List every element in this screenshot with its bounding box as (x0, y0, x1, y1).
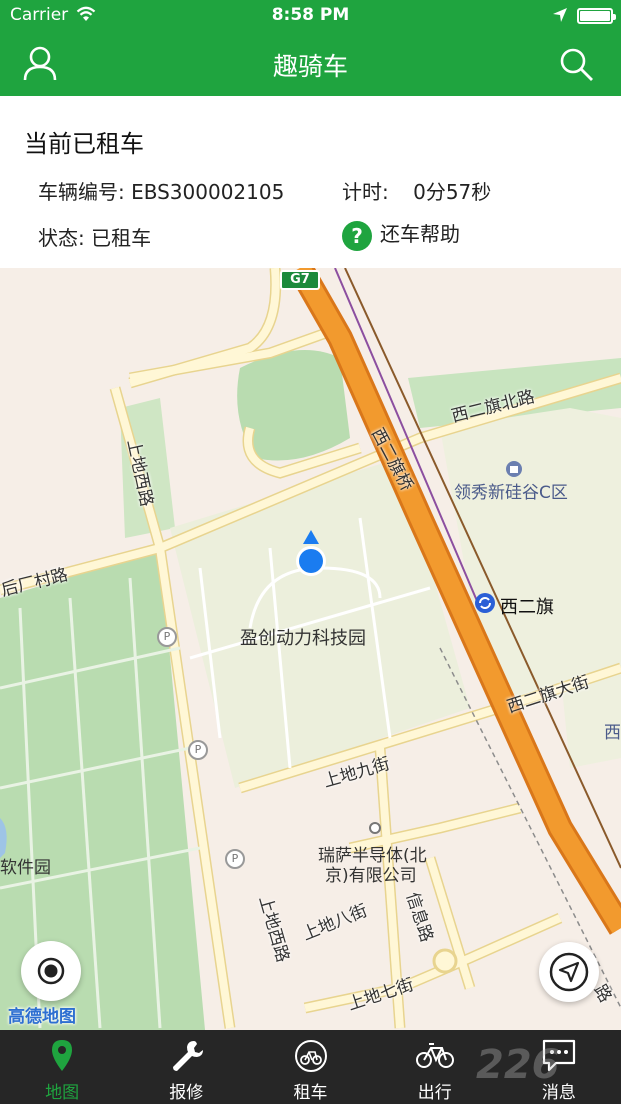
rent-bike-icon (294, 1040, 327, 1072)
clock: 8:58 PM (271, 5, 350, 25)
current-location-marker (294, 530, 328, 578)
watermark: 226 (476, 1042, 560, 1088)
battery-icon (577, 8, 616, 24)
subway-station-label[interactable]: 西二旗 (500, 593, 554, 619)
navigation-arrow-icon (549, 952, 589, 992)
search-button[interactable] (556, 44, 596, 84)
status-row: 状态: 已租车 (38, 222, 151, 251)
status-value: 已租车 (91, 226, 152, 250)
tab-rent[interactable]: 租车 (248, 1030, 372, 1104)
building-icon (505, 460, 523, 478)
map-pin-icon (52, 1040, 73, 1071)
page-title: 趣骑车 (272, 52, 348, 81)
bike-id-row: 车辆编号: EBS300002105 (38, 176, 284, 205)
status-label: 状态: (38, 226, 85, 250)
tab-map[interactable]: 地图 (0, 1030, 124, 1104)
map-provider-logo: 高德地图 (8, 1007, 76, 1027)
bicycle-icon (415, 1043, 454, 1068)
target-icon (37, 957, 65, 985)
location-services-icon (552, 7, 568, 28)
tab-label: 地图 (45, 1083, 80, 1103)
bike-id-label: 车辆编号: (38, 180, 125, 204)
map-view[interactable]: G7 领秀新硅谷C区 西二旗 盈创动力科技园 瑞萨半导体(北 京)有限公司 软件… (0, 268, 621, 1030)
subway-icon (474, 592, 496, 614)
timer-label: 计时: (342, 180, 389, 204)
parking-icon[interactable]: P (157, 627, 177, 647)
parking-icon[interactable]: P (225, 849, 245, 869)
nav-bar: 趣骑车 (0, 30, 621, 96)
poi-label[interactable]: 软件园 (0, 853, 51, 878)
poi-label[interactable]: 领秀新硅谷C区 (454, 478, 568, 503)
navigate-button[interactable] (539, 942, 599, 1002)
wrench-icon (173, 1041, 204, 1071)
interchange-green (237, 350, 350, 461)
poi-dot-icon (369, 822, 381, 834)
timer-value: 0分57秒 (413, 180, 492, 204)
return-help-link[interactable]: ? 还车帮助 (342, 218, 460, 251)
rental-heading: 当前已租车 (24, 130, 144, 158)
search-icon (560, 48, 593, 81)
parking-icon[interactable]: P (188, 740, 208, 760)
rental-info-panel: 当前已租车 车辆编号: EBS300002105 计时: 0分57秒 状态: 已… (0, 96, 621, 268)
locate-me-button[interactable] (21, 941, 81, 1001)
poi-label[interactable]: 京)有限公司 (325, 861, 417, 886)
bike-id-value: EBS300002105 (131, 180, 285, 204)
tab-label: 租车 (293, 1083, 328, 1103)
return-help-label: 还车帮助 (380, 222, 460, 246)
poi-label[interactable]: 盈创动力科技园 (240, 624, 366, 650)
question-icon: ? (342, 220, 372, 251)
tab-repair[interactable]: 报修 (124, 1030, 248, 1104)
poi-label[interactable]: 西 (604, 718, 621, 743)
timer-row: 计时: 0分57秒 (342, 176, 491, 205)
status-bar: Carrier 8:58 PM (0, 0, 621, 30)
highway-shield: G7 (280, 270, 320, 290)
tab-label: 报修 (169, 1083, 204, 1103)
